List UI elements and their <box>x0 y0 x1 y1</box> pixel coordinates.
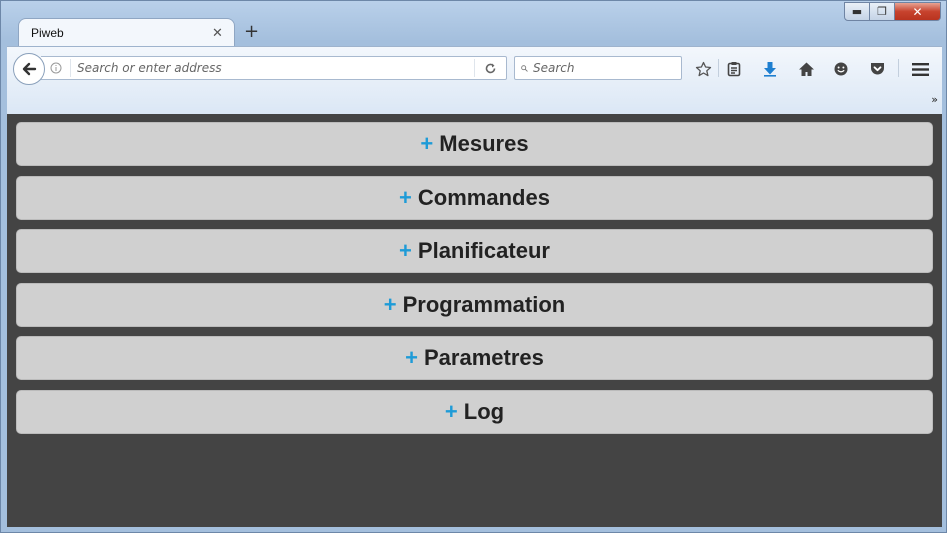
download-icon[interactable] <box>759 58 781 80</box>
back-arrow-icon <box>22 62 37 76</box>
new-tab-button[interactable]: + <box>244 21 259 42</box>
tab-title: Piweb <box>31 26 64 40</box>
reload-icon[interactable] <box>474 59 506 77</box>
page-content: + Mesures + Commandes + Planificateur + Program… <box>7 114 942 527</box>
accordion-header-mesures[interactable]: + Mesures <box>16 122 933 166</box>
close-window-button[interactable]: ✕ <box>895 2 941 21</box>
search-bar[interactable] <box>514 56 682 80</box>
bookmark-star-icon[interactable] <box>692 58 714 80</box>
overflow-chevron-icon[interactable]: » <box>931 93 938 106</box>
browser-tab[interactable]: Piweb ✕ <box>18 18 235 47</box>
search-input[interactable] <box>528 61 681 75</box>
hamburger-menu-icon[interactable] <box>909 58 931 80</box>
browser-window: ▬ ❐ ✕ Piweb ✕ + Search or enter address … <box>0 0 947 533</box>
toolbar-separator <box>718 59 719 77</box>
plus-icon: + <box>383 291 397 317</box>
tab-close-icon[interactable]: ✕ <box>212 26 234 41</box>
plus-icon: + <box>420 131 434 156</box>
accordion-label: Programmation <box>402 291 566 317</box>
window-controls: ▬ ❐ ✕ <box>844 2 941 21</box>
navigation-toolbar: » <box>7 46 942 114</box>
reading-list-icon[interactable] <box>723 58 745 80</box>
home-icon[interactable] <box>795 58 817 80</box>
accordion-header-parametres[interactable]: + Parametres <box>16 336 933 381</box>
pocket-icon[interactable] <box>866 58 888 80</box>
accordion-label: Planificateur <box>417 238 550 264</box>
url-input[interactable] <box>71 61 474 75</box>
search-icon <box>521 64 528 72</box>
plus-icon: + <box>405 345 418 371</box>
plus-icon: + <box>399 184 412 210</box>
accordion-label: Mesures <box>439 131 529 156</box>
plus-icon: + <box>399 238 412 264</box>
feedback-smiley-icon[interactable] <box>830 58 852 80</box>
accordion-header-commandes[interactable]: + Commandes <box>16 175 933 220</box>
accordion-label: Parametres <box>423 345 544 371</box>
accordion-header-planificateur[interactable]: + Planificateur <box>16 229 933 274</box>
accordion-header-programmation[interactable]: + Programmation <box>16 282 933 327</box>
plus-icon: + <box>444 398 458 424</box>
maximize-button[interactable]: ❐ <box>870 2 895 21</box>
toolbar-separator <box>898 59 899 77</box>
address-bar[interactable] <box>41 56 507 80</box>
accordion-label: Commandes <box>417 184 550 210</box>
minimize-button[interactable]: ▬ <box>844 2 870 21</box>
back-button[interactable] <box>13 53 45 85</box>
accordion-header-log[interactable]: + Log <box>16 389 933 434</box>
info-icon[interactable] <box>41 59 71 77</box>
accordion-label: Log <box>463 398 505 424</box>
